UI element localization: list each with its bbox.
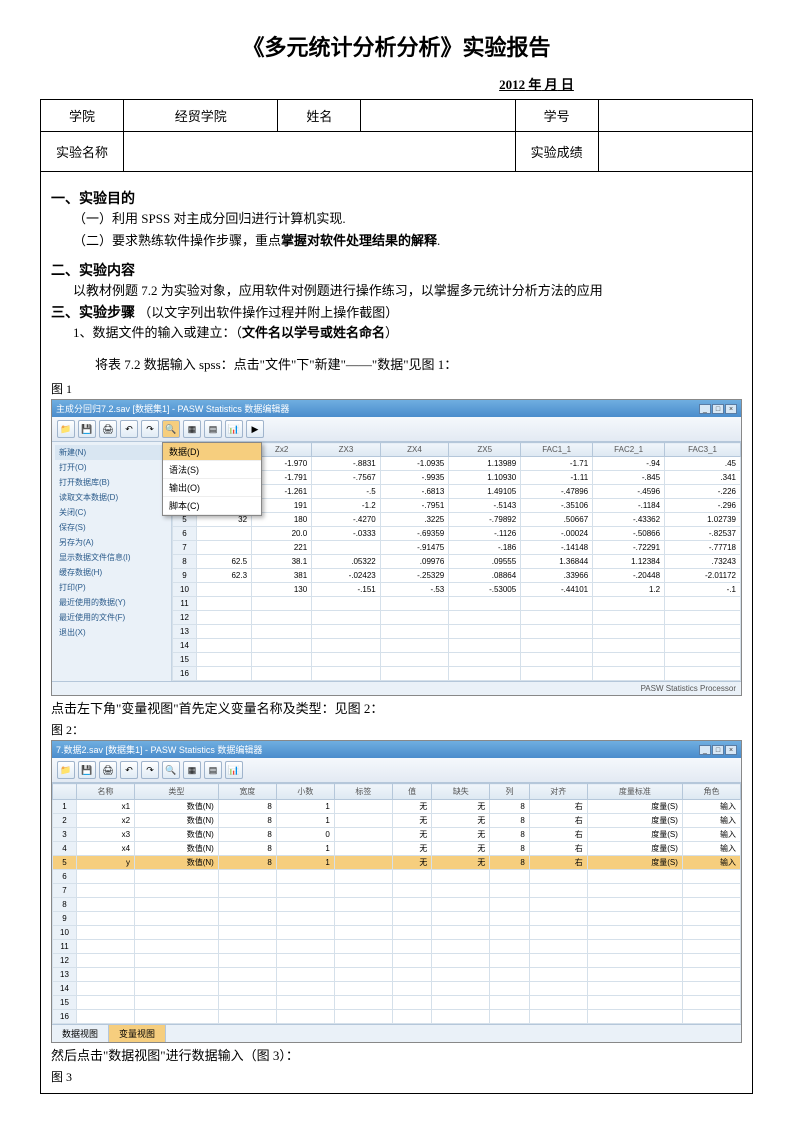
close-icon[interactable]: × [725, 745, 737, 755]
side-info[interactable]: 显示数据文件信息(I) [55, 550, 168, 565]
chart-icon[interactable]: 📊 [225, 420, 243, 438]
value-name [361, 100, 515, 132]
s3-l1a: 1、数据文件的输入或建立：（ [73, 325, 242, 340]
spss1-statusbar: PASW Statistics Processor [52, 681, 741, 695]
redo-icon[interactable]: ↷ [141, 420, 159, 438]
date-day: 日 [558, 77, 574, 92]
vars-icon[interactable]: ▤ [204, 420, 222, 438]
tab-data-view[interactable]: 数据视图 [52, 1025, 109, 1042]
save-icon[interactable]: 💾 [78, 420, 96, 438]
info-table: 学院 经贸学院 姓名 学号 实验名称 实验成绩 [40, 99, 753, 172]
close-icon[interactable]: × [725, 404, 737, 414]
s3-note: （以文字列出软件操作过程并附上操作截图） [138, 305, 398, 320]
vars-icon[interactable]: ▤ [204, 761, 222, 779]
spss1-titlebar: 主成分回归7.2.sav [数据集1] - PASW Statistics 数据… [52, 400, 741, 417]
fig2-caption: 点击左下角"变量视图"首先定义变量名称及类型：见图 2： [51, 698, 742, 717]
submenu-output[interactable]: 输出(O) [163, 479, 261, 497]
goto-icon[interactable]: ▦ [183, 761, 201, 779]
open-icon[interactable]: 📁 [57, 761, 75, 779]
side-opendb[interactable]: 打开数据库(B) [55, 475, 168, 490]
side-exit[interactable]: 退出(X) [55, 625, 168, 640]
window-buttons: _□× [698, 403, 737, 414]
spss2-toolbar: 📁 💾 🖨 ↶ ↷ 🔍 ▦ ▤ 📊 [52, 758, 741, 783]
label-name: 姓名 [278, 100, 361, 132]
spss2-var-table: 名称类型宽度小数标签值缺失列对齐度量标准角色1x1数值(N)81无无8右度量(S… [52, 783, 741, 1024]
s1-l2b: 掌握对软件处理结果的解释 [281, 233, 437, 248]
s3-line1: 1、数据文件的输入或建立：（文件名以学号或姓名命名） [51, 322, 742, 344]
new-submenu: 数据(D) 语法(S) 输出(O) 脚本(C) [162, 442, 262, 516]
spss-screenshot-2: 7.数据2.sav [数据集1] - PASW Statistics 数据编辑器… [51, 740, 742, 1043]
spss1-title: 主成分回归7.2.sav [数据集1] - PASW Statistics 数据… [56, 402, 289, 415]
spss2-grid[interactable]: 名称类型宽度小数标签值缺失列对齐度量标准角色1x1数值(N)81无无8右度量(S… [52, 783, 741, 1024]
chart-icon[interactable]: 📊 [225, 761, 243, 779]
submenu-data[interactable]: 数据(D) [163, 443, 261, 461]
spss-screenshot-1: 主成分回归7.2.sav [数据集1] - PASW Statistics 数据… [51, 399, 742, 696]
date-year-val: 2012 [499, 77, 525, 92]
print-icon[interactable]: 🖨 [99, 761, 117, 779]
undo-icon[interactable]: ↶ [120, 420, 138, 438]
s2-line1: 以教材例题 7.2 为实验对象，应用软件对例题进行操作练习，以掌握多元统计分析方… [51, 280, 742, 302]
s1-line1: （一）利用 SPSS 对主成分回归进行计算机实现. [51, 208, 742, 230]
date-line: 2012 年 月 日 [40, 74, 753, 93]
s3-l1b: 文件名以学号或姓名命名 [242, 325, 385, 340]
submenu-syntax[interactable]: 语法(S) [163, 461, 261, 479]
label-college: 学院 [41, 100, 124, 132]
save-icon[interactable]: 💾 [78, 761, 96, 779]
open-icon[interactable]: 📁 [57, 420, 75, 438]
goto-icon[interactable]: ▦ [183, 420, 201, 438]
side-recent-file[interactable]: 最近使用的文件(F) [55, 610, 168, 625]
label-score: 实验成绩 [515, 132, 598, 172]
value-college: 经贸学院 [124, 100, 278, 132]
s3-line2: 将表 7.2 数据输入 spss：点击"文件"下"新建"——"数据"见图 1： [51, 354, 742, 376]
side-saveas[interactable]: 另存为(A) [55, 535, 168, 550]
value-exp-name [124, 132, 516, 172]
date-month: 月 [541, 77, 557, 92]
value-id [598, 100, 752, 132]
side-close[interactable]: 关闭(C) [55, 505, 168, 520]
spss1-sidebar: 新建(N) 数据(D) 语法(S) 输出(O) 脚本(C) 打开(O) 打开数据… [52, 442, 172, 681]
minimize-icon[interactable]: _ [699, 404, 711, 414]
content-area: 一、实验目的 （一）利用 SPSS 对主成分回归进行计算机实现. （二）要求熟练… [40, 172, 753, 1094]
side-save[interactable]: 保存(S) [55, 520, 168, 535]
find-icon[interactable]: 🔍 [162, 420, 180, 438]
run-icon[interactable]: ▶ [246, 420, 264, 438]
fig3-label: 图 3 [51, 1068, 742, 1085]
fig3-caption: 然后点击"数据视图"进行数据输入（图 3）： [51, 1045, 742, 1064]
section-2-head: 二、实验内容 [51, 260, 742, 280]
spss2-titlebar: 7.数据2.sav [数据集1] - PASW Statistics 数据编辑器… [52, 741, 741, 758]
find-icon[interactable]: 🔍 [162, 761, 180, 779]
side-print[interactable]: 打印(P) [55, 580, 168, 595]
side-new[interactable]: 新建(N) [55, 445, 168, 460]
label-id: 学号 [515, 100, 598, 132]
minimize-icon[interactable]: _ [699, 745, 711, 755]
spss1-toolbar: 📁 💾 🖨 ↶ ↷ 🔍 ▦ ▤ 📊 ▶ [52, 417, 741, 442]
date-year: 年 [525, 77, 541, 92]
spss2-tabs: 数据视图 变量视图 [52, 1024, 741, 1042]
side-recent-data[interactable]: 最近使用的数据(Y) [55, 595, 168, 610]
value-score [598, 132, 752, 172]
print-icon[interactable]: 🖨 [99, 420, 117, 438]
spss2-body: 名称类型宽度小数标签值缺失列对齐度量标准角色1x1数值(N)81无无8右度量(S… [52, 783, 741, 1024]
s1-line2: （二）要求熟练软件操作步骤，重点掌握对软件处理结果的解释. [51, 230, 742, 252]
s1-l2a: （二）要求熟练软件操作步骤，重点 [73, 233, 281, 248]
fig2-label: 图 2： [51, 721, 742, 738]
s3-l1c: ） [385, 325, 398, 340]
page-title: 《多元统计分析分析》实验报告 [40, 30, 753, 62]
tab-variable-view[interactable]: 变量视图 [109, 1025, 166, 1042]
fig1-label: 图 1 [51, 380, 742, 397]
submenu-script[interactable]: 脚本(C) [163, 497, 261, 515]
spss1-body: 新建(N) 数据(D) 语法(S) 输出(O) 脚本(C) 打开(O) 打开数据… [52, 442, 741, 681]
undo-icon[interactable]: ↶ [120, 761, 138, 779]
section-3-head: 三、实验步骤 [51, 304, 135, 320]
maximize-icon[interactable]: □ [712, 404, 724, 414]
side-open[interactable]: 打开(O) [55, 460, 168, 475]
label-exp-name: 实验名称 [41, 132, 124, 172]
section-1-head: 一、实验目的 [51, 188, 742, 208]
redo-icon[interactable]: ↷ [141, 761, 159, 779]
side-readtext[interactable]: 读取文本数据(D) [55, 490, 168, 505]
window-buttons-2: _□× [698, 744, 737, 755]
spss2-title: 7.数据2.sav [数据集1] - PASW Statistics 数据编辑器 [56, 743, 262, 756]
maximize-icon[interactable]: □ [712, 745, 724, 755]
side-cache[interactable]: 缓存数据(H) [55, 565, 168, 580]
